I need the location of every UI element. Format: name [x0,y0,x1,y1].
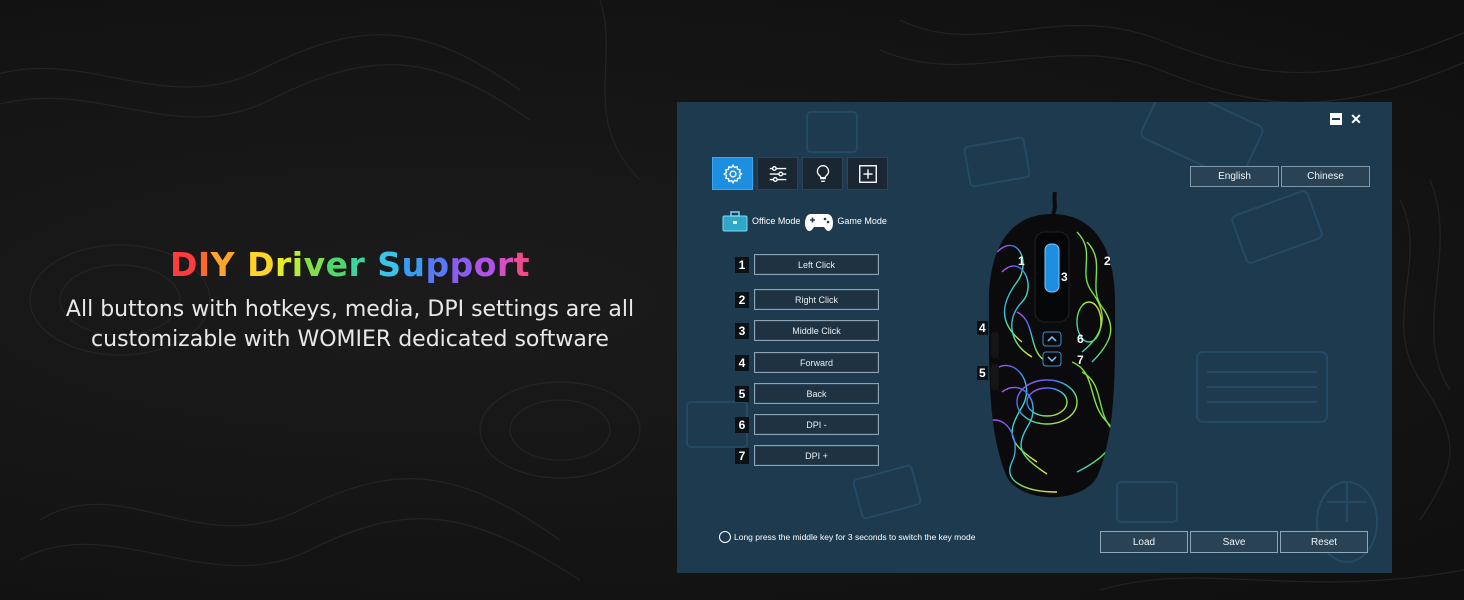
profile-actions: Load Save Reset [1100,531,1368,553]
key-assign-button[interactable]: Middle Click [754,320,879,341]
promo-description: All buttons with hotkeys, media, DPI set… [40,295,660,355]
mouse-label-1: 1 [1018,254,1025,268]
plus-box-icon [858,164,877,183]
promo-title-letter: r [348,245,366,284]
key-row: 6 DPI - [735,414,879,435]
office-mode-option[interactable]: Office Mode [721,210,800,232]
promo-title-letter: u [401,245,426,284]
gamepad-icon [805,214,834,231]
key-assign-button[interactable]: Left Click [754,254,879,275]
mouse-label-6: 6 [1077,332,1084,346]
key-number: 3 [735,322,749,339]
key-number: 4 [735,354,749,371]
promo-title-letter: Y [210,245,236,284]
language-selector: English Chinese [1190,166,1370,187]
key-assign-button[interactable]: Forward [754,352,879,373]
key-number: 2 [735,291,749,308]
game-mode-option[interactable]: Game Mode [804,210,887,232]
promo-desc-line-1: All buttons with hotkeys, media, DPI set… [65,297,635,322]
mouse-label-7: 7 [1077,353,1084,367]
hint-text: Long press the middle key for 3 seconds … [734,532,976,542]
tool-performance-button[interactable] [757,157,798,190]
promo-title-letter: D [247,245,275,284]
promo-title-letter: I [197,245,211,284]
mouse-label-3: 3 [1061,270,1068,284]
promo-title-letter [235,245,247,284]
gear-icon [722,163,743,184]
english-button[interactable]: English [1190,166,1279,187]
lightbulb-icon [816,164,829,182]
key-row: 1 Left Click [735,254,879,275]
key-assign-button[interactable]: Right Click [754,289,879,310]
tool-macro-button[interactable] [847,157,888,190]
promo-block: DIY Driver Support All buttons with hotk… [40,245,660,355]
key-number: 5 [735,385,749,402]
mouse-illustration: 1 2 3 4 5 6 7 [977,191,1127,512]
office-mode-label: Office Mode [752,216,801,226]
promo-title-letter: t [513,245,531,284]
key-assign-button[interactable]: DPI - [754,414,879,435]
promo-title-letter: i [291,245,304,284]
save-button[interactable]: Save [1190,531,1278,553]
promo-title-letter: p [449,245,474,284]
promo-title-letter: D [169,245,198,284]
load-button[interactable]: Load [1100,531,1188,553]
mode-switch-hint: Long press the middle key for 3 seconds … [719,531,975,543]
key-row: 4 Forward [735,352,879,373]
chinese-button[interactable]: Chinese [1281,166,1370,187]
mouse-label-4: 4 [977,321,988,335]
mouse-label-2: 2 [1104,254,1111,268]
key-row: 5 Back [735,383,879,404]
key-row: 2 Right Click [735,289,879,310]
mouse-image [988,191,1116,498]
key-assign-button[interactable]: DPI + [754,445,879,466]
mode-selector: Office Mode Game Mode [721,210,891,232]
promo-title-letter: o [473,245,497,284]
promo-title-letter: r [274,245,292,284]
promo-title: DIY Driver Support [40,245,660,291]
sliders-icon [769,165,786,182]
tool-lighting-button[interactable] [802,157,843,190]
promo-title-letter: S [377,245,402,284]
mouse-label-5: 5 [977,366,988,380]
promo-title-letter: r [496,245,514,284]
promo-title-letter: e [325,245,349,284]
driver-app-window: ✕ Office Mode Game Mode 1 Left Click 2 R… [677,102,1392,573]
toolbar [712,157,888,190]
key-number: 7 [735,447,749,464]
key-row: 7 DPI + [735,445,879,466]
tool-settings-button[interactable] [712,157,753,190]
info-circle-icon [719,531,731,543]
key-assign-button[interactable]: Back [754,383,879,404]
promo-desc-line-2: customizable with WOMIER dedicated softw… [91,327,609,352]
key-row: 3 Middle Click [735,320,879,341]
reset-button[interactable]: Reset [1280,531,1368,553]
promo-title-letter: p [425,245,450,284]
key-number: 1 [735,256,749,273]
briefcase-icon [722,211,748,232]
game-mode-label: Game Mode [837,216,887,226]
promo-title-letter: v [303,245,326,284]
key-number: 6 [735,416,749,433]
close-button[interactable]: ✕ [1350,112,1362,126]
minimize-button[interactable] [1330,113,1342,125]
promo-title-letter [365,245,377,284]
